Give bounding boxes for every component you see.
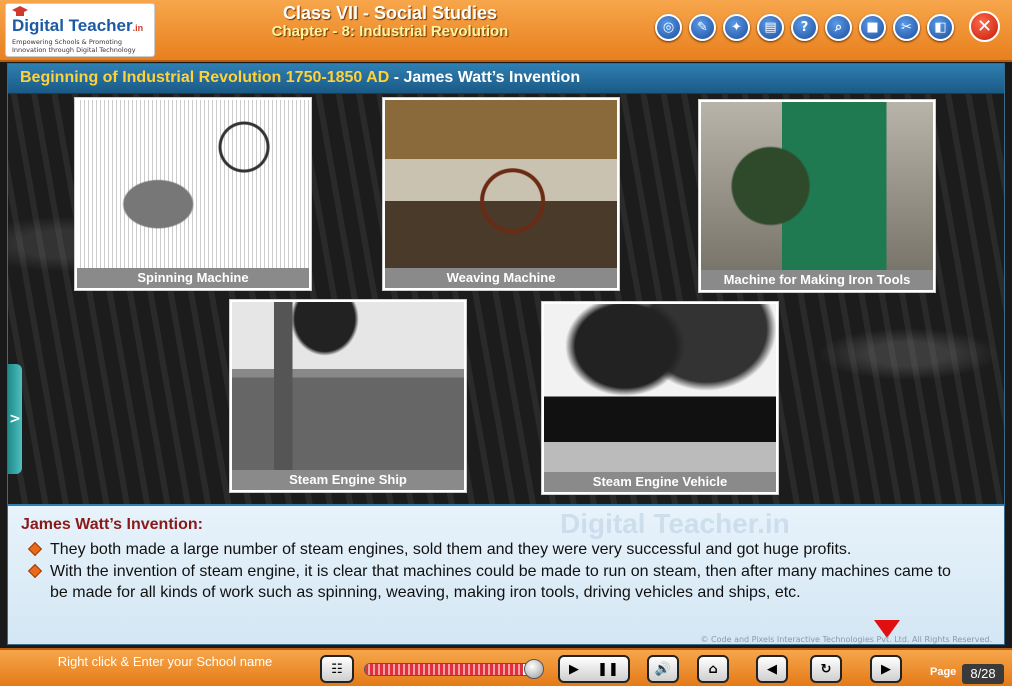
steam-engine-ship-image [232, 302, 464, 470]
watermark: Digital Teacher.in [560, 508, 790, 539]
search-icon[interactable]: ⌕ [825, 14, 852, 41]
header-bar: Digital Teacher.in Empowering Schools & … [0, 0, 1012, 62]
gallery-icon[interactable]: ◎ [655, 14, 682, 41]
class-title: Class VII - Social Studies [282, 3, 498, 23]
replay-button[interactable]: ↻ [810, 655, 842, 683]
play-button[interactable]: ▶ [569, 662, 579, 677]
photo-spinning-machine[interactable]: Spinning Machine [74, 97, 312, 291]
brand-logo[interactable]: Digital Teacher.in Empowering Schools & … [5, 3, 155, 57]
previous-button[interactable]: ◀ [756, 655, 788, 683]
logo-tagline: Empowering Schools & Promoting Innovatio… [12, 38, 136, 54]
photo-iron-tools-machine[interactable]: Machine for Making Iron Tools [698, 99, 936, 293]
next-button[interactable]: ▶ [870, 655, 902, 683]
help-icon[interactable]: ? [791, 14, 818, 41]
window-icon[interactable]: ◧ [927, 14, 954, 41]
page-label: Page [930, 666, 957, 678]
list-item: With the invention of steam engine, it i… [27, 561, 968, 603]
worksheet-icon[interactable]: ▤ [757, 14, 784, 41]
slide-title: Beginning of Industrial Revolution 1750-… [8, 64, 1004, 94]
photo-caption: Steam Engine Ship [232, 470, 464, 490]
copyright-notice: © Code and Pixels Interactive Technologi… [700, 635, 993, 644]
logo-wordmark: Digital Teacher.in [12, 16, 144, 35]
footer-bar: Right click & Enter your School name ☷ ▶… [0, 648, 1012, 686]
school-name-field[interactable]: Right click & Enter your School name [40, 654, 290, 669]
text-panel: Digital Teacher.in James Watt’s Inventio… [8, 504, 1004, 644]
photo-caption: Weaving Machine [385, 268, 617, 288]
toolbar: ◎ ✎ ✦ ▤ ? ⌕ ■ ✂ ◧ [655, 14, 954, 44]
bullet-list: They both made a large number of steam e… [27, 539, 968, 604]
progress-bar[interactable] [364, 663, 542, 676]
play-pause-control: ▶ ❚❚ [558, 655, 630, 683]
panel-heading: James Watt’s Invention: [21, 516, 203, 533]
progress-knob[interactable] [524, 659, 544, 679]
tools-icon[interactable]: ✂ [893, 14, 920, 41]
audio-button[interactable]: 🔊 [647, 655, 679, 683]
steam-engine-vehicle-image [544, 304, 776, 472]
side-panel-toggle[interactable]: > [8, 364, 22, 474]
home-button[interactable]: ⌂ [697, 655, 729, 683]
iron-tools-machine-image [701, 102, 933, 270]
pause-button[interactable]: ❚❚ [597, 662, 619, 677]
spinning-machine-image [77, 100, 309, 268]
menu-button[interactable]: ☷ [320, 655, 354, 683]
photo-steam-engine-vehicle[interactable]: Steam Engine Vehicle [541, 301, 779, 495]
glossary-icon[interactable]: ■ [859, 14, 886, 41]
photo-caption: Machine for Making Iron Tools [701, 270, 933, 290]
weaving-machine-image [385, 100, 617, 268]
diamond-bullet-icon [27, 541, 43, 557]
photo-weaving-machine[interactable]: Weaving Machine [382, 97, 620, 291]
photo-caption: Spinning Machine [77, 268, 309, 288]
photo-steam-engine-ship[interactable]: Steam Engine Ship [229, 299, 467, 493]
photo-caption: Steam Engine Vehicle [544, 472, 776, 492]
notes-icon[interactable]: ✎ [689, 14, 716, 41]
page-number: 8/28 [962, 664, 1004, 684]
close-button[interactable]: ✕ [969, 11, 1000, 42]
chapter-title: Chapter - 8: Industrial Revolution [271, 23, 509, 40]
diamond-bullet-icon [27, 563, 43, 579]
slide-area: Beginning of Industrial Revolution 1750-… [7, 63, 1005, 645]
progress-fill [365, 664, 524, 675]
list-item: They both made a large number of steam e… [27, 539, 968, 560]
activity-icon[interactable]: ✦ [723, 14, 750, 41]
